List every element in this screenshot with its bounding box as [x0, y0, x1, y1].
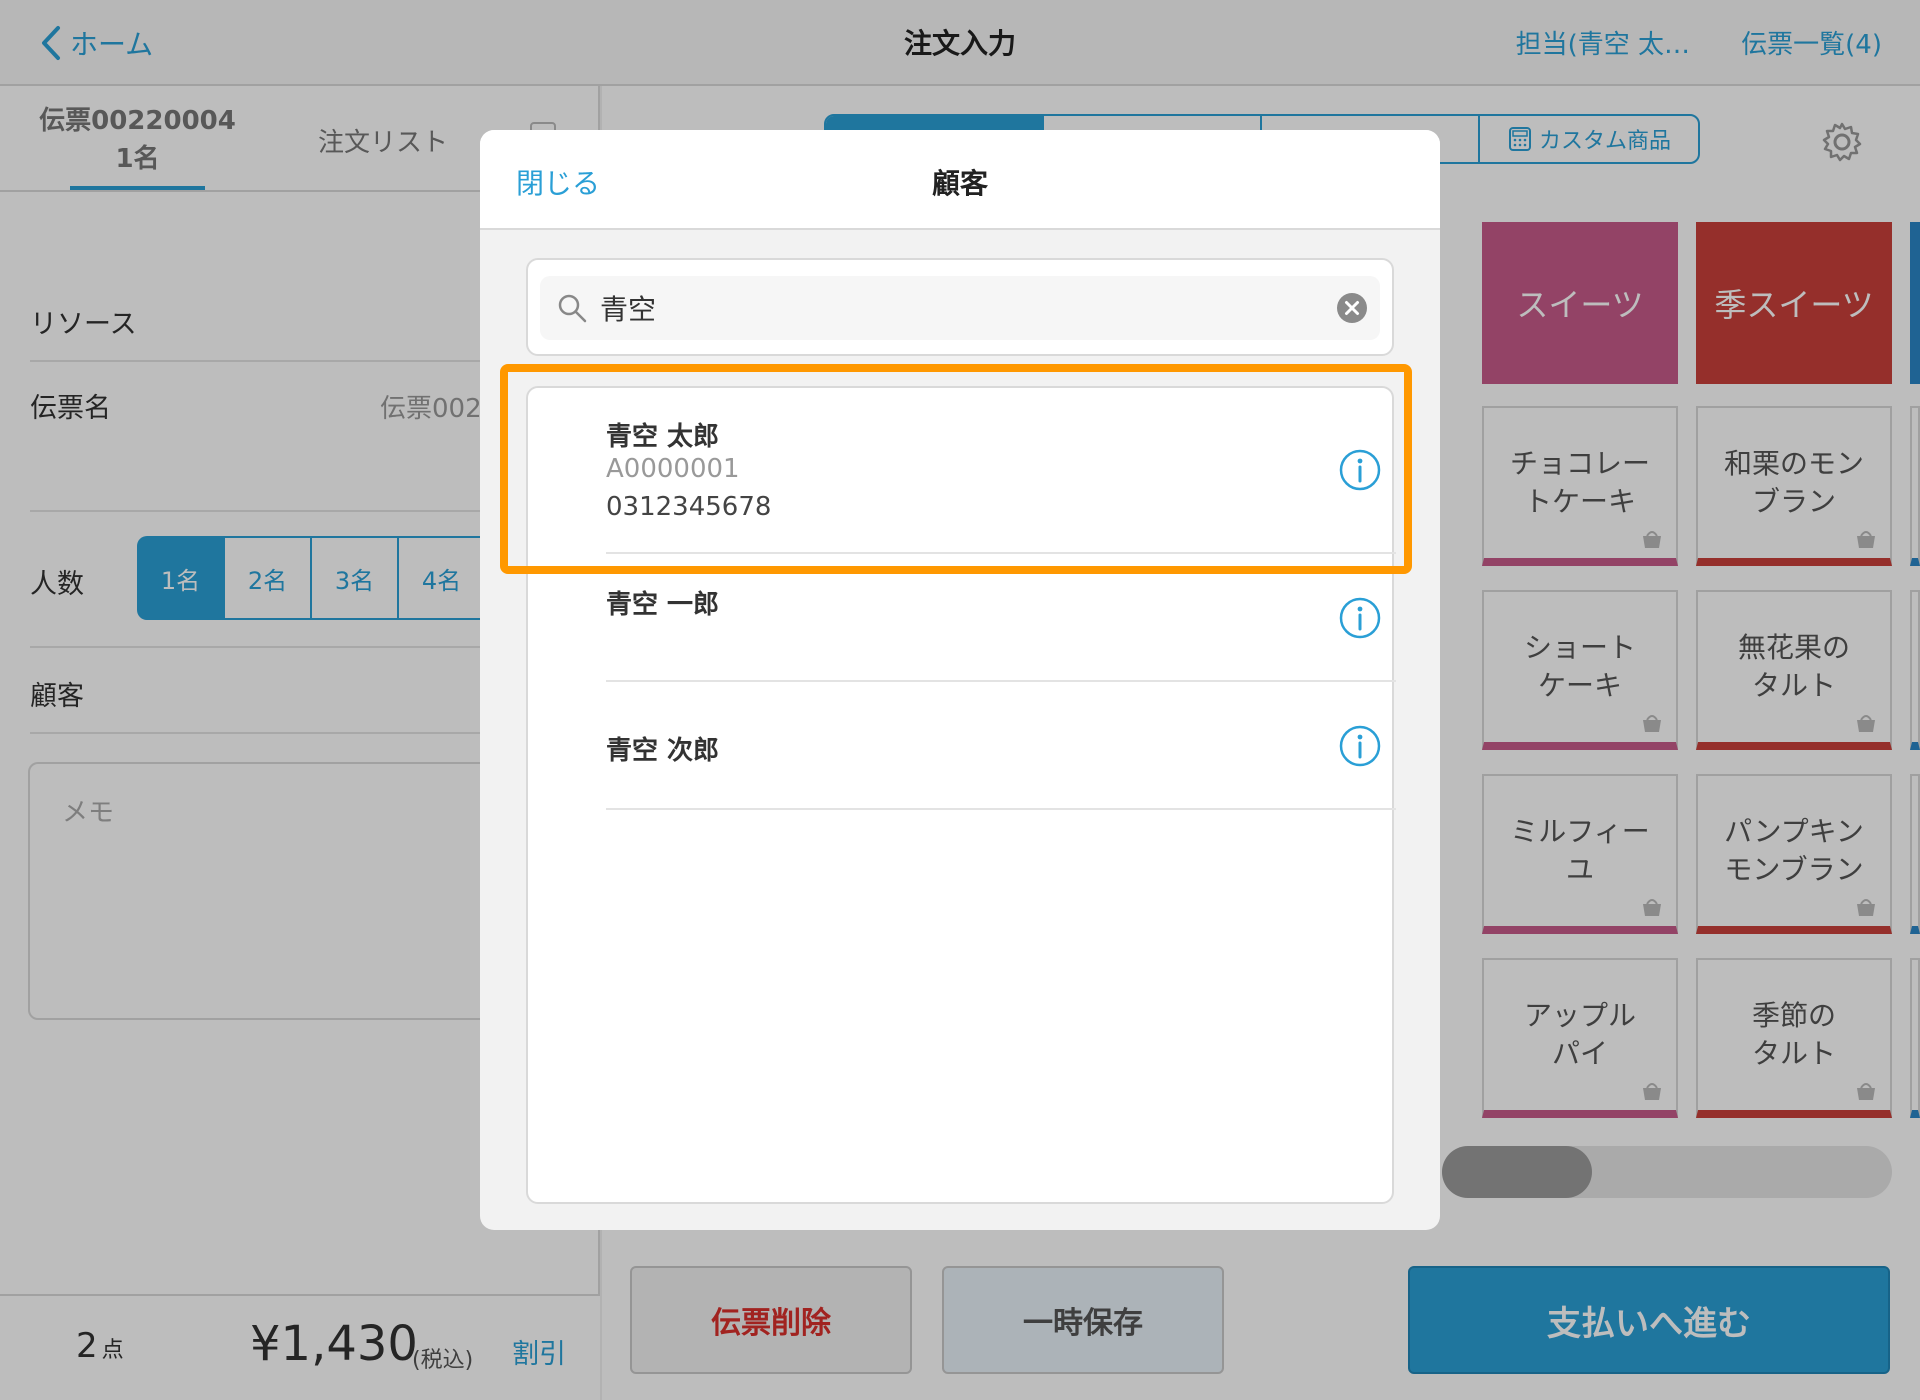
search-icon	[558, 294, 587, 323]
search-box	[540, 276, 1380, 340]
info-icon[interactable]	[1338, 724, 1382, 768]
customer-modal: 閉じる 顧客 青空 太郎 A0000001 0312345678 青空 一郎 青…	[480, 130, 1440, 1230]
selection-highlight	[500, 364, 1412, 574]
info-icon[interactable]	[1338, 596, 1382, 640]
search-container	[526, 258, 1394, 356]
modal-header: 閉じる 顧客	[480, 130, 1440, 230]
customer-list-item[interactable]: 青空 次郎	[606, 682, 1396, 810]
modal-title: 顧客	[931, 167, 988, 200]
search-input[interactable]	[600, 284, 1300, 332]
clear-search-icon[interactable]	[1336, 292, 1368, 324]
customer-name: 青空 一郎	[606, 590, 720, 620]
customer-name: 青空 次郎	[606, 736, 720, 766]
